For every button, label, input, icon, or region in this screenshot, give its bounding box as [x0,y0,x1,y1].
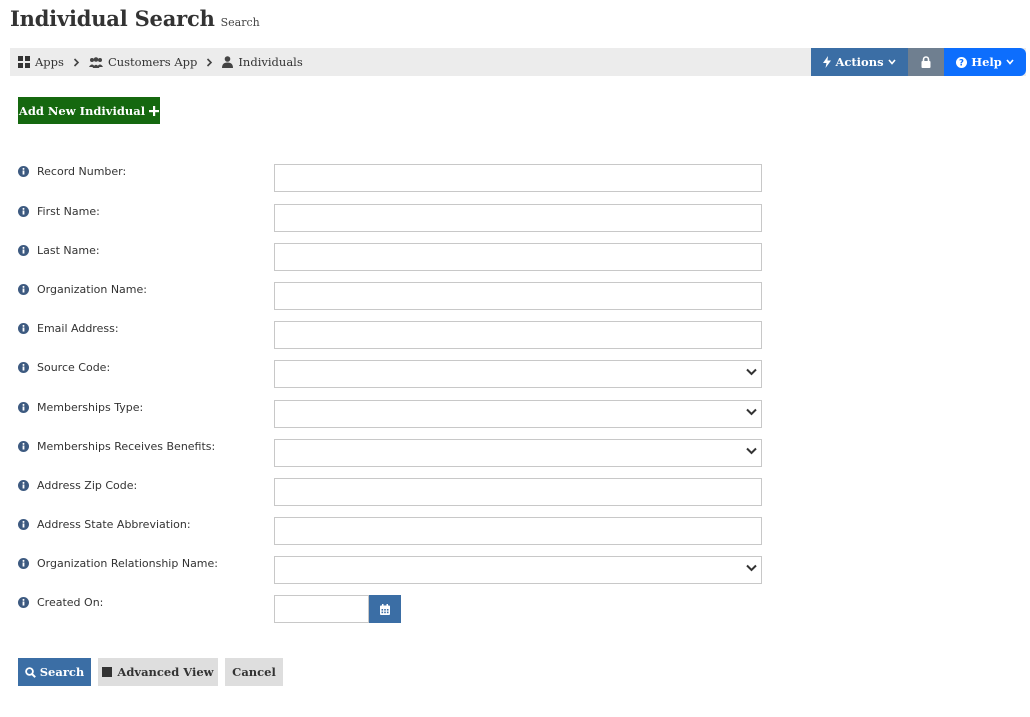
grid-icon [18,56,30,68]
last-name-input[interactable] [274,243,762,271]
field-row-created-on: Created On: [18,595,762,623]
chevron-down-icon [746,564,757,572]
field-label: Address State Abbreviation: [18,518,191,531]
breadcrumb-individuals-label: Individuals [238,55,303,69]
field-label: Last Name: [18,244,100,257]
page-title: Individual Search [10,6,215,31]
address-state-abbreviation-input[interactable] [274,517,762,545]
address-zip-code-input[interactable] [274,478,762,506]
field-row-organization-relationship-name: Organization Relationship Name: [18,556,762,584]
field-label: Organization Relationship Name: [18,557,218,570]
field-label: Memberships Receives Benefits: [18,440,215,453]
info-icon[interactable] [18,362,29,373]
field-label: Source Code: [18,361,110,374]
field-row-first-name: First Name: [18,204,762,232]
actions-label: Actions [835,55,884,69]
organization-name-input[interactable] [274,282,762,310]
question-circle-icon: ? [956,56,968,68]
help-label: Help [971,55,1002,69]
advanced-view-label: Advanced View [117,665,214,679]
toolbar-buttons: Actions ? Help [811,48,1026,76]
calendar-button[interactable] [369,595,401,623]
info-icon[interactable] [18,480,29,491]
lock-icon [921,56,931,68]
info-icon[interactable] [18,519,29,530]
search-icon [24,666,36,678]
breadcrumb-customers-label: Customers App [107,55,198,69]
info-icon[interactable] [18,441,29,452]
breadcrumb-apps[interactable]: Apps [18,55,64,69]
field-row-memberships-type: Memberships Type: [18,400,762,428]
memberships-type-select[interactable] [274,400,762,428]
field-row-source-code: Source Code: [18,360,762,388]
field-row-last-name: Last Name: [18,243,762,271]
field-label: Memberships Type: [18,401,143,414]
chevron-right-icon [206,57,213,67]
field-row-email-address: Email Address: [18,321,762,349]
info-icon[interactable] [18,323,29,334]
advanced-view-button[interactable]: Advanced View [98,658,218,686]
field-row-address-state-abbreviation: Address State Abbreviation: [18,517,762,545]
chevron-right-icon [73,57,80,67]
bolt-icon [823,56,832,68]
chevron-down-icon [746,408,757,416]
top-bar: Apps Customers App Individuals Actions ?… [10,48,1026,76]
memberships-receives-benefits-select[interactable] [274,439,762,467]
page-header: Individual Search Search [10,6,260,36]
search-label: Search [39,665,85,679]
form-actions: Search Advanced View Cancel [18,658,283,686]
lock-button[interactable] [908,48,944,76]
field-label: Record Number: [18,165,126,178]
cancel-button[interactable]: Cancel [225,658,283,686]
help-button[interactable]: ? Help [944,48,1026,76]
source-code-select[interactable] [274,360,762,388]
users-icon [88,56,103,68]
page-subtitle: Search [220,16,260,29]
info-icon[interactable] [18,284,29,295]
plus-icon [149,105,160,116]
calendar-icon [380,603,390,615]
email-address-input[interactable] [274,321,762,349]
field-row-address-zip-code: Address Zip Code: [18,478,762,506]
info-icon[interactable] [18,597,29,608]
record-number-input[interactable] [274,164,762,192]
actions-button[interactable]: Actions [811,48,908,76]
field-label: First Name: [18,205,100,218]
square-icon [102,667,113,677]
info-icon[interactable] [18,206,29,217]
breadcrumb-apps-label: Apps [35,55,64,69]
field-label: Organization Name: [18,283,147,296]
breadcrumb-customers-app[interactable]: Customers App [88,55,198,69]
breadcrumb: Apps Customers App Individuals [18,48,303,76]
created-on-date-input[interactable] [274,595,369,623]
breadcrumb-individuals[interactable]: Individuals [222,55,303,69]
chevron-down-icon [1006,59,1014,65]
field-label: Address Zip Code: [18,479,137,492]
chevron-down-icon [746,368,757,376]
add-new-individual-label: Add New Individual [18,103,146,118]
chevron-down-icon [887,59,896,65]
organization-relationship-name-select[interactable] [274,556,762,584]
search-button[interactable]: Search [18,658,91,686]
field-row-memberships-receives-benefits: Memberships Receives Benefits: [18,439,762,467]
svg-text:?: ? [959,58,964,67]
first-name-input[interactable] [274,204,762,232]
cancel-label: Cancel [232,665,276,679]
field-label: Email Address: [18,322,119,335]
info-icon[interactable] [18,166,29,177]
add-new-individual-button[interactable]: Add New Individual [18,97,160,124]
info-icon[interactable] [18,245,29,256]
user-icon [222,56,234,68]
field-label: Created On: [18,596,103,609]
info-icon[interactable] [18,402,29,413]
chevron-down-icon [746,447,757,455]
info-icon[interactable] [18,558,29,569]
field-row-record-number: Record Number: [18,164,762,192]
field-row-organization-name: Organization Name: [18,282,762,310]
